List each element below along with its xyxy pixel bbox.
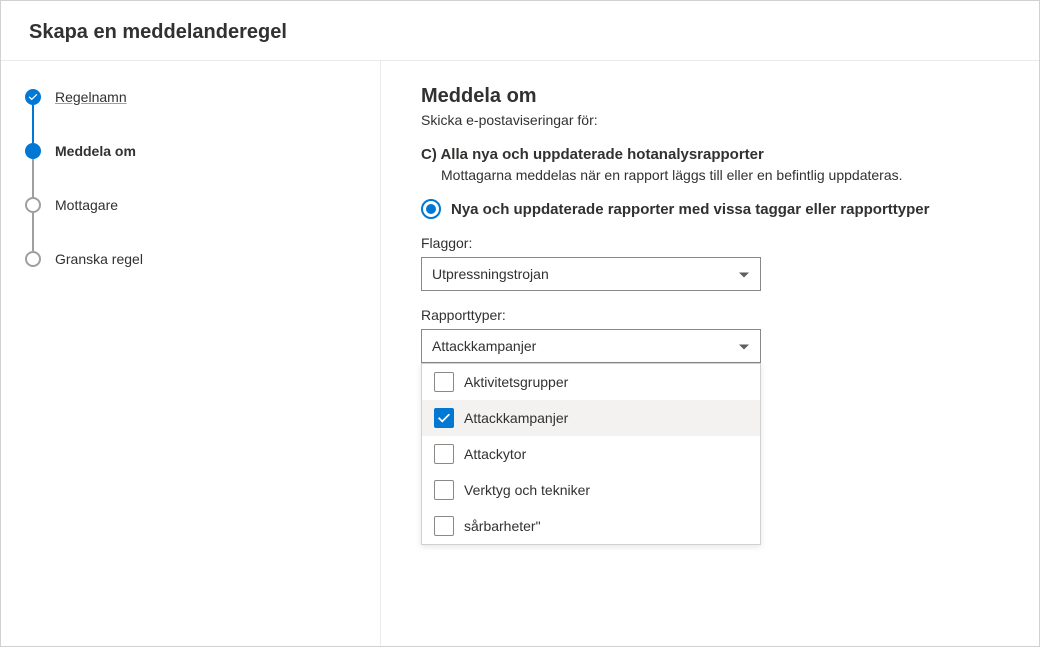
radio-tags-or-types[interactable]: Nya och uppdaterade rapporter med vissa … xyxy=(421,199,999,219)
report-types-dropdown[interactable]: Attackkampanjer xyxy=(421,329,761,363)
option-tools-techniques[interactable]: Verktyg och tekniker xyxy=(422,472,760,508)
checkbox-icon xyxy=(434,444,454,464)
chevron-down-icon xyxy=(738,340,750,352)
option-attack-surfaces[interactable]: Attackytor xyxy=(422,436,760,472)
panel-subtitle: Skicka e-postaviseringar för: xyxy=(421,112,999,128)
option-label: Attackytor xyxy=(464,446,526,462)
flags-value: Utpressningstrojan xyxy=(432,266,549,282)
option-label: Verktyg och tekniker xyxy=(464,482,590,498)
pending-step-icon xyxy=(25,251,41,267)
check-icon xyxy=(25,89,41,105)
wizard-main-panel: Meddela om Skicka e-postaviseringar för:… xyxy=(381,61,1039,646)
option-label: Aktivitetsgrupper xyxy=(464,374,568,390)
option-label: Attackkampanjer xyxy=(464,410,568,426)
option-c-heading: C) Alla nya och uppdaterade hotanalysrap… xyxy=(421,146,999,163)
option-activity-groups[interactable]: Aktivitetsgrupper xyxy=(422,364,760,400)
option-attack-campaigns[interactable]: Attackkampanjer xyxy=(422,400,760,436)
checkbox-icon xyxy=(434,480,454,500)
wizard-step-rule-name[interactable]: Regelnamn xyxy=(25,89,356,143)
step-connector xyxy=(32,105,34,143)
dialog-title: Skapa en meddelanderegel xyxy=(29,21,1011,44)
wizard-step-notify-about[interactable]: Meddela om xyxy=(25,143,356,197)
option-vulnerabilities[interactable]: sårbarheter" xyxy=(422,508,760,544)
option-label: sårbarheter" xyxy=(464,518,541,534)
step-label: Meddela om xyxy=(55,143,136,159)
panel-title: Meddela om xyxy=(421,85,999,108)
step-label: Regelnamn xyxy=(55,89,127,105)
step-label: Granska regel xyxy=(55,251,143,267)
report-types-dropdown-list: Aktivitetsgrupper Attackkampanjer Attack… xyxy=(421,363,761,545)
wizard-sidebar: Regelnamn Meddela om Mottagare Granska r… xyxy=(1,61,381,646)
pending-step-icon xyxy=(25,197,41,213)
dialog-header: Skapa en meddelanderegel xyxy=(1,1,1039,61)
step-connector xyxy=(32,159,34,197)
flags-field-group: Flaggor: Utpressningstrojan xyxy=(421,235,999,291)
checkbox-checked-icon xyxy=(434,408,454,428)
flags-dropdown[interactable]: Utpressningstrojan xyxy=(421,257,761,291)
radio-icon xyxy=(421,199,441,219)
wizard-steps: Regelnamn Meddela om Mottagare Granska r… xyxy=(25,89,356,267)
checkbox-icon xyxy=(434,372,454,392)
radio-label: Nya och uppdaterade rapporter med vissa … xyxy=(451,201,929,218)
active-step-icon xyxy=(25,143,41,159)
option-c-description: Mottagarna meddelas när en rapport läggs… xyxy=(441,167,999,183)
chevron-down-icon xyxy=(738,268,750,280)
report-types-field-group: Rapporttyper: Attackkampanjer Aktivitets… xyxy=(421,307,999,545)
step-connector xyxy=(32,213,34,251)
radio-dot-icon xyxy=(426,204,436,214)
dialog-body: Regelnamn Meddela om Mottagare Granska r… xyxy=(1,61,1039,646)
checkbox-icon xyxy=(434,516,454,536)
report-types-value: Attackkampanjer xyxy=(432,338,536,354)
wizard-step-recipients[interactable]: Mottagare xyxy=(25,197,356,251)
step-label: Mottagare xyxy=(55,197,118,213)
wizard-step-review-rule[interactable]: Granska regel xyxy=(25,251,356,267)
flags-label: Flaggor: xyxy=(421,235,999,251)
dialog-window: Skapa en meddelanderegel Regelnamn Medde… xyxy=(0,0,1040,647)
report-types-label: Rapporttyper: xyxy=(421,307,999,323)
